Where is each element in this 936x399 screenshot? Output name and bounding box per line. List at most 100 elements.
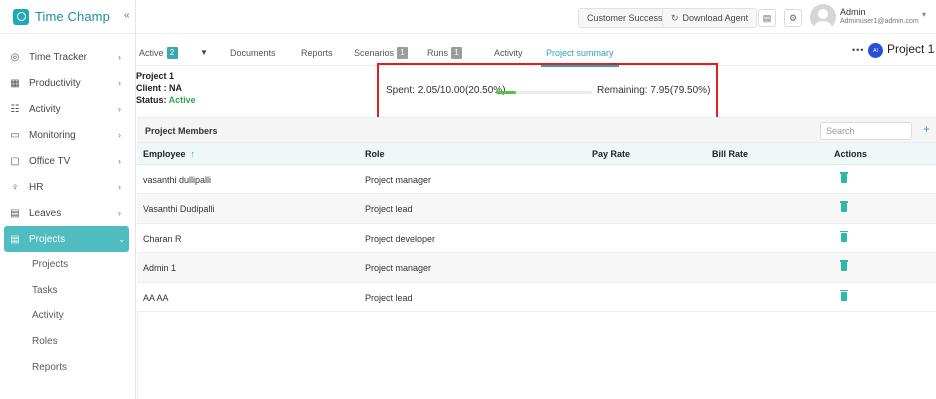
sidebar-item-label: Productivity (29, 77, 81, 89)
user-menu-caret-icon[interactable]: ▾ (922, 10, 926, 19)
sidebar-subitem-tasks[interactable]: Tasks (0, 278, 135, 304)
app-name: Time Champ (35, 9, 110, 24)
role-cell: Project lead (365, 292, 413, 303)
delete-icon[interactable] (840, 260, 848, 272)
sidebar-item-monitoring[interactable]: ▭ Monitoring › (0, 122, 135, 148)
role-column-header: Role (365, 149, 385, 159)
role-cell: Project manager (365, 263, 432, 274)
tv-icon: ▢ (10, 155, 20, 167)
sidebar-item-projects[interactable]: ▤ Projects ⌄ (4, 226, 129, 252)
delete-icon[interactable] (840, 230, 848, 242)
runs-count-badge: 1 (451, 47, 463, 59)
tab-runs-label: Runs (427, 48, 449, 58)
tab-activity[interactable]: Activity (494, 44, 523, 62)
sidebar-item-leaves[interactable]: ▤ Leaves › (0, 200, 135, 226)
sidebar-subitem-reports[interactable]: Reports (0, 354, 135, 380)
role-cell: Project lead (365, 204, 413, 215)
download-agent-label: Download Agent (682, 13, 749, 23)
tab-active-filter[interactable]: Active 2 (139, 44, 178, 62)
employee-column-header[interactable]: Employee ↑ (143, 149, 195, 159)
role-cell: Project manager (365, 175, 432, 185)
project-client: Client : NA (136, 82, 386, 94)
sidebar-item-label: Leaves (29, 207, 62, 219)
collapse-sidebar-icon[interactable]: « (124, 10, 130, 21)
sidebar-subitem-projects[interactable]: Projects (0, 252, 135, 278)
table-row: Charan R Project developer (137, 224, 936, 254)
settings-icon[interactable]: ⚙ (784, 9, 802, 27)
members-search-input[interactable] (820, 122, 912, 140)
sidebar-subnav: Projects Tasks Activity Roles Reports (0, 252, 135, 380)
table-row: Vasanthi Dudipalli Project lead (137, 194, 936, 224)
chevron-right-icon: › (118, 182, 121, 192)
sidebar-subitem-activity[interactable]: Activity (0, 303, 135, 329)
client-label: Client : (136, 83, 169, 93)
chevron-right-icon: › (118, 52, 121, 62)
client-value: NA (169, 83, 182, 93)
filter-caret-icon[interactable]: ▼ (200, 48, 208, 57)
customer-success-button[interactable]: Customer Success (578, 8, 672, 28)
sidebar-subitem-roles[interactable]: Roles (0, 329, 135, 355)
employee-cell: vasanthi dullipalli (143, 175, 212, 185)
employee-cell: AA AA (143, 292, 169, 303)
tab-documents[interactable]: Documents (230, 44, 276, 62)
employee-cell: Admin 1 (143, 263, 177, 274)
delete-icon[interactable] (840, 172, 848, 183)
scenarios-count-badge: 1 (397, 47, 409, 59)
table-row: Admin 1 Project manager (137, 253, 936, 283)
download-agent-button[interactable]: ↻ Download Agent (662, 8, 758, 28)
sidebar-item-activity[interactable]: ☷ Activity › (0, 96, 135, 122)
table-row: AA AA Project lead (137, 283, 936, 312)
sort-ascending-icon[interactable]: ↑ (191, 149, 196, 159)
project-status: Status: Active (136, 94, 386, 106)
employee-header-label: Employee (143, 149, 186, 159)
user-avatar[interactable] (810, 4, 836, 30)
project-title: Project 1 (136, 71, 175, 81)
tab-scenarios[interactable]: Scenarios 1 (354, 44, 409, 62)
project-selector-caret-icon[interactable]: ⌄ (929, 46, 936, 55)
chevron-right-icon: › (118, 156, 121, 166)
delete-icon[interactable] (840, 289, 848, 301)
add-member-icon[interactable]: + (923, 122, 930, 136)
sidebar-item-label: HR (29, 181, 44, 193)
project-members-title: Project Members (145, 126, 218, 136)
tab-project-summary[interactable]: Project summary (546, 44, 614, 62)
employee-cell: Vasanthi Dudipalli (143, 204, 215, 215)
sidebar-item-hr[interactable]: ♀ HR › (0, 174, 135, 200)
more-options-icon[interactable]: ••• (852, 45, 864, 55)
project-avatar-icon: AI (868, 43, 883, 58)
tab-runs[interactable]: Runs 1 (427, 44, 463, 62)
sidebar-item-label: Projects (29, 233, 66, 245)
sidebar-item-office-tv[interactable]: ▢ Office TV › (0, 148, 135, 174)
spent-text: Spent: 2.05/10.00(20.50%) (386, 85, 506, 96)
active-count-badge: 2 (166, 47, 178, 59)
leaves-icon: ▤ (10, 207, 20, 219)
table-header: Employee ↑ Role Pay Rate Bill Rate Action… (137, 143, 936, 165)
document-icon[interactable]: ▤ (758, 9, 776, 27)
empty-content-area (137, 312, 936, 399)
user-name[interactable]: Admin (840, 7, 866, 17)
project-members-header: Project Members + (137, 117, 936, 143)
sidebar: Time Champ « ◎ Time Tracker › ▦ Productivity… (0, 0, 136, 399)
customer-success-label: Customer Success (587, 13, 663, 23)
chevron-right-icon: › (118, 208, 121, 218)
project-selector[interactable]: Project 1 (887, 42, 934, 56)
actions-column-header: Actions (834, 149, 868, 159)
pay-rate-column-header: Pay Rate (592, 149, 631, 159)
download-icon: ↻ (671, 12, 679, 23)
table-row: vasanthi dullipalli Project manager (137, 165, 936, 195)
chevron-right-icon: › (118, 104, 121, 114)
status-value: Active (168, 95, 196, 105)
monitor-icon: ▭ (10, 129, 20, 141)
chevron-right-icon: › (118, 78, 121, 88)
tab-reports[interactable]: Reports (301, 44, 333, 62)
user-email: Adminuser1@admin.com (840, 18, 919, 25)
sidebar-item-productivity[interactable]: ▦ Productivity › (0, 70, 135, 96)
project-tabs: Active 2 ▼ Documents Reports Scenarios 1… (136, 38, 936, 67)
productivity-icon: ▦ (10, 77, 20, 89)
brand[interactable]: Time Champ (0, 0, 135, 34)
chevron-right-icon: ⌄ (118, 233, 126, 244)
delete-icon[interactable] (840, 201, 848, 213)
sidebar-item-label: Monitoring (29, 129, 76, 141)
time-champ-logo-icon (13, 8, 29, 25)
sidebar-item-time-tracker[interactable]: ◎ Time Tracker › (0, 44, 135, 70)
